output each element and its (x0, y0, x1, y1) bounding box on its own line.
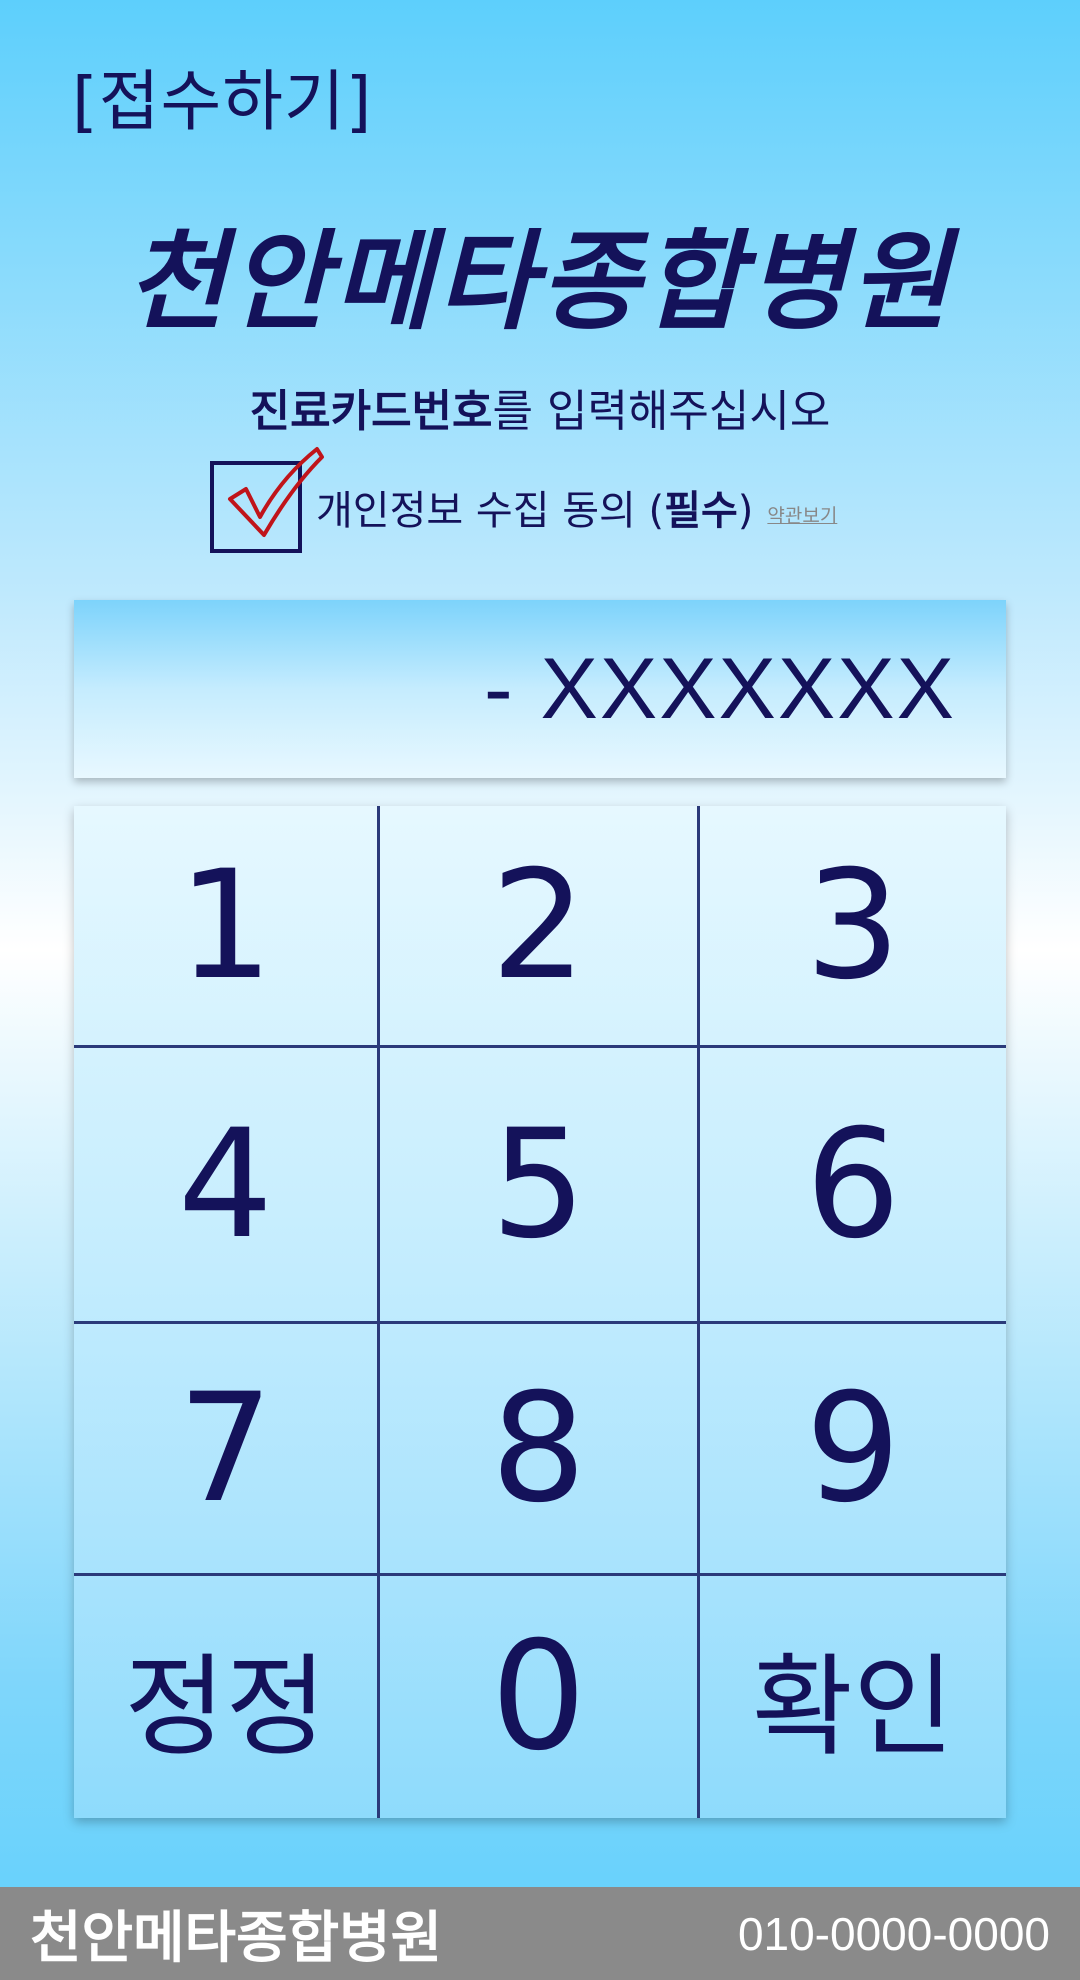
key-2[interactable]: 2 (380, 806, 700, 1048)
hospital-title: 천안메타종합병원 (126, 219, 954, 345)
instruction-text: 진료카드번호를 입력해주십시오 (0, 375, 1080, 439)
consent-label: 개인정보 수집 동의 (필수) (316, 478, 753, 536)
key-6[interactable]: 6 (700, 1048, 1006, 1324)
key-0[interactable]: 0 (380, 1576, 700, 1818)
card-number-display: - XXXXXXX (74, 600, 1006, 778)
footer-hospital-name: 천안메타종합병원 (30, 1906, 443, 1971)
instruction-rest: 를 입력해주십시오 (492, 386, 831, 437)
consent-label-required: 필수 (664, 488, 738, 534)
confirm-button[interactable]: 확인 (700, 1576, 1006, 1818)
key-3[interactable]: 3 (700, 806, 1006, 1048)
consent-row: 개인정보 수집 동의 (필수) 약관보기 (210, 447, 837, 562)
key-4[interactable]: 4 (74, 1048, 380, 1324)
key-1[interactable]: 1 (74, 806, 380, 1048)
key-9[interactable]: 9 (700, 1324, 1006, 1576)
key-7[interactable]: 7 (74, 1324, 380, 1576)
page-label: [접수하기] (72, 63, 373, 140)
terms-link[interactable]: 약관보기 (767, 501, 837, 528)
footer-bar: 천안메타종합병원 010-0000-0000 (0, 1887, 1080, 1980)
consent-label-prefix: 개인정보 수집 동의 ( (316, 488, 665, 534)
key-8[interactable]: 8 (380, 1324, 700, 1576)
checkmark-icon (228, 447, 324, 537)
footer-phone: 010-0000-0000 (737, 1907, 1050, 1960)
instruction-bold: 진료카드번호 (249, 386, 493, 437)
key-5[interactable]: 5 (380, 1048, 700, 1324)
number-keypad: 1 2 3 4 5 6 7 8 9 정정 0 확인 (74, 806, 1006, 1818)
consent-label-suffix: ) (737, 488, 754, 534)
consent-checkbox[interactable] (210, 447, 324, 553)
correct-button[interactable]: 정정 (74, 1576, 380, 1818)
